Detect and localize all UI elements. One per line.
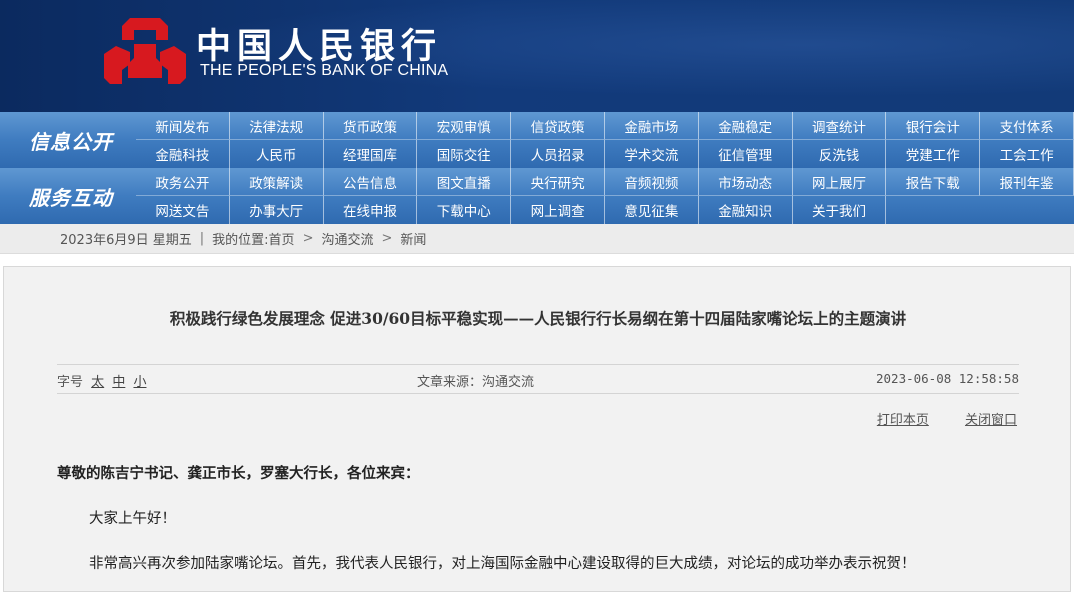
info-nav-item-13[interactable]: 国际交往 bbox=[417, 140, 512, 168]
breadcrumb-divider: | bbox=[199, 231, 205, 246]
print-page-link[interactable]: 打印本页 bbox=[877, 413, 929, 428]
info-nav-item-7[interactable]: 调查统计 bbox=[792, 112, 887, 140]
service-interaction-title: 服务互动 bbox=[29, 185, 113, 210]
service-nav-item-13[interactable]: 下载中心 bbox=[417, 196, 512, 224]
info-nav-item-1[interactable]: 法律法规 bbox=[229, 112, 324, 140]
service-nav-item-11[interactable]: 办事大厅 bbox=[230, 196, 324, 224]
service-nav-item-17[interactable]: 关于我们 bbox=[793, 196, 887, 224]
service-nav-item-0[interactable]: 政务公开 bbox=[136, 168, 230, 196]
breadcrumb: 2023年6月9日 星期五 | 我的位置: 首页 > 沟通交流 > 新闻 bbox=[0, 224, 1074, 254]
info-nav-item-10[interactable]: 金融科技 bbox=[136, 140, 230, 168]
chevron-right-icon: > bbox=[302, 231, 314, 246]
breadcrumb-news[interactable]: 新闻 bbox=[400, 229, 426, 248]
service-nav-item-3[interactable]: 图文直播 bbox=[417, 168, 512, 196]
info-nav-item-4[interactable]: 信贷政策 bbox=[511, 112, 605, 140]
article-meta-bar: 字号 太 中 小 文章来源：沟通交流 2023-06-08 12:58:58 bbox=[57, 364, 1019, 394]
service-interaction-nav: 服务互动 政务公开 政策解读 公告信息 图文直播 央行研究 音频视频 市场动态 网上展厅 报告下… bbox=[0, 168, 1074, 224]
info-nav-item-17[interactable]: 反洗钱 bbox=[793, 140, 887, 168]
font-size-medium-button[interactable]: 中 bbox=[112, 375, 125, 390]
location-label: 我的位置: bbox=[212, 233, 269, 248]
service-nav-item-6[interactable]: 市场动态 bbox=[698, 168, 793, 196]
info-nav-grid: 新闻发布 法律法规 货币政策 宏观审慎 信贷政策 金融市场 金融稳定 调查统计 银行会计 支付体系… bbox=[136, 112, 1074, 168]
chevron-right-icon: > bbox=[381, 231, 393, 246]
info-nav-item-9[interactable]: 支付体系 bbox=[980, 112, 1074, 140]
article-container: 积极践行绿色发展理念 促进30/60目标平稳实现——人民银行行长易纲在第十四届陆… bbox=[3, 266, 1071, 592]
service-nav-grid: 政务公开 政策解读 公告信息 图文直播 央行研究 音频视频 市场动态 网上展厅 报告下载 报刊年鉴… bbox=[136, 168, 1074, 224]
site-header: 中国人民银行 THE PEOPLE'S BANK OF CHINA bbox=[0, 0, 1074, 112]
article-tools: 打印本页 关闭窗口 bbox=[845, 409, 1017, 428]
font-size-small-button[interactable]: 小 bbox=[133, 375, 146, 390]
info-nav-item-18[interactable]: 党建工作 bbox=[886, 140, 981, 168]
speech-salutation: 尊敬的陈吉宁书记、龚正市长，罗塞大行长，各位来宾： bbox=[57, 465, 420, 482]
pboc-logo-icon[interactable] bbox=[100, 14, 190, 90]
service-nav-item-14[interactable]: 网上调查 bbox=[511, 196, 605, 224]
info-nav-item-8[interactable]: 银行会计 bbox=[886, 112, 981, 140]
info-nav-item-12[interactable]: 经理国库 bbox=[324, 140, 418, 168]
info-disclosure-title: 信息公开 bbox=[29, 129, 113, 154]
info-nav-item-15[interactable]: 学术交流 bbox=[605, 140, 699, 168]
close-window-link[interactable]: 关闭窗口 bbox=[965, 413, 1017, 428]
article-paragraph: 非常高兴再次参加陆家嘴论坛。首先，我代表人民银行，对上海国际金融中心建设取得的巨… bbox=[89, 556, 916, 572]
logo-top-ring bbox=[122, 18, 168, 40]
info-nav-item-14[interactable]: 人员招录 bbox=[511, 140, 605, 168]
font-size-control: 字号 太 中 小 bbox=[57, 371, 146, 390]
info-nav-item-2[interactable]: 货币政策 bbox=[323, 112, 418, 140]
service-nav-item-2[interactable]: 公告信息 bbox=[323, 168, 418, 196]
info-nav-item-16[interactable]: 征信管理 bbox=[699, 140, 793, 168]
service-nav-item-7[interactable]: 网上展厅 bbox=[792, 168, 887, 196]
service-nav-item-15[interactable]: 意见征集 bbox=[605, 196, 699, 224]
service-nav-item-5[interactable]: 音频视频 bbox=[605, 168, 699, 196]
logo-center bbox=[128, 44, 162, 78]
service-nav-item-9[interactable]: 报刊年鉴 bbox=[980, 168, 1074, 196]
current-date: 2023年6月9日 星期五 bbox=[60, 233, 192, 248]
article-title: 积极践行绿色发展理念 促进30/60目标平稳实现——人民银行行长易纲在第十四届陆… bbox=[169, 309, 907, 328]
article-source: 文章来源：沟通交流 bbox=[417, 375, 535, 390]
info-nav-item-11[interactable]: 人民币 bbox=[230, 140, 324, 168]
info-nav-item-6[interactable]: 金融稳定 bbox=[698, 112, 793, 140]
article-paragraph: 大家上午好！ bbox=[89, 511, 176, 527]
info-disclosure-nav: 信息公开 新闻发布 法律法规 货币政策 宏观审慎 信贷政策 金融市场 金融稳定 调查统计 银行会… bbox=[0, 112, 1074, 168]
breadcrumb-communication[interactable]: 沟通交流 bbox=[321, 229, 373, 248]
logo-english-name[interactable]: THE PEOPLE'S BANK OF CHINA bbox=[200, 62, 448, 80]
service-nav-item-12[interactable]: 在线申报 bbox=[324, 196, 418, 224]
breadcrumb-home[interactable]: 首页 bbox=[269, 229, 295, 248]
info-nav-item-19[interactable]: 工会工作 bbox=[980, 140, 1074, 168]
service-nav-item-10[interactable]: 网送文告 bbox=[136, 196, 230, 224]
font-size-label: 字号 bbox=[57, 375, 84, 390]
info-nav-item-0[interactable]: 新闻发布 bbox=[136, 112, 230, 140]
font-size-large-button[interactable]: 太 bbox=[91, 375, 104, 390]
article-date: 2023-06-08 12:58:58 bbox=[876, 371, 1019, 386]
service-nav-item-1[interactable]: 政策解读 bbox=[229, 168, 324, 196]
info-nav-item-5[interactable]: 金融市场 bbox=[605, 112, 699, 140]
service-nav-item-4[interactable]: 央行研究 bbox=[511, 168, 605, 196]
service-nav-item-16[interactable]: 金融知识 bbox=[699, 196, 793, 224]
service-nav-item-8[interactable]: 报告下载 bbox=[886, 168, 981, 196]
info-nav-item-3[interactable]: 宏观审慎 bbox=[417, 112, 512, 140]
logo-right-ring bbox=[160, 46, 186, 84]
logo-left-ring bbox=[104, 46, 130, 84]
